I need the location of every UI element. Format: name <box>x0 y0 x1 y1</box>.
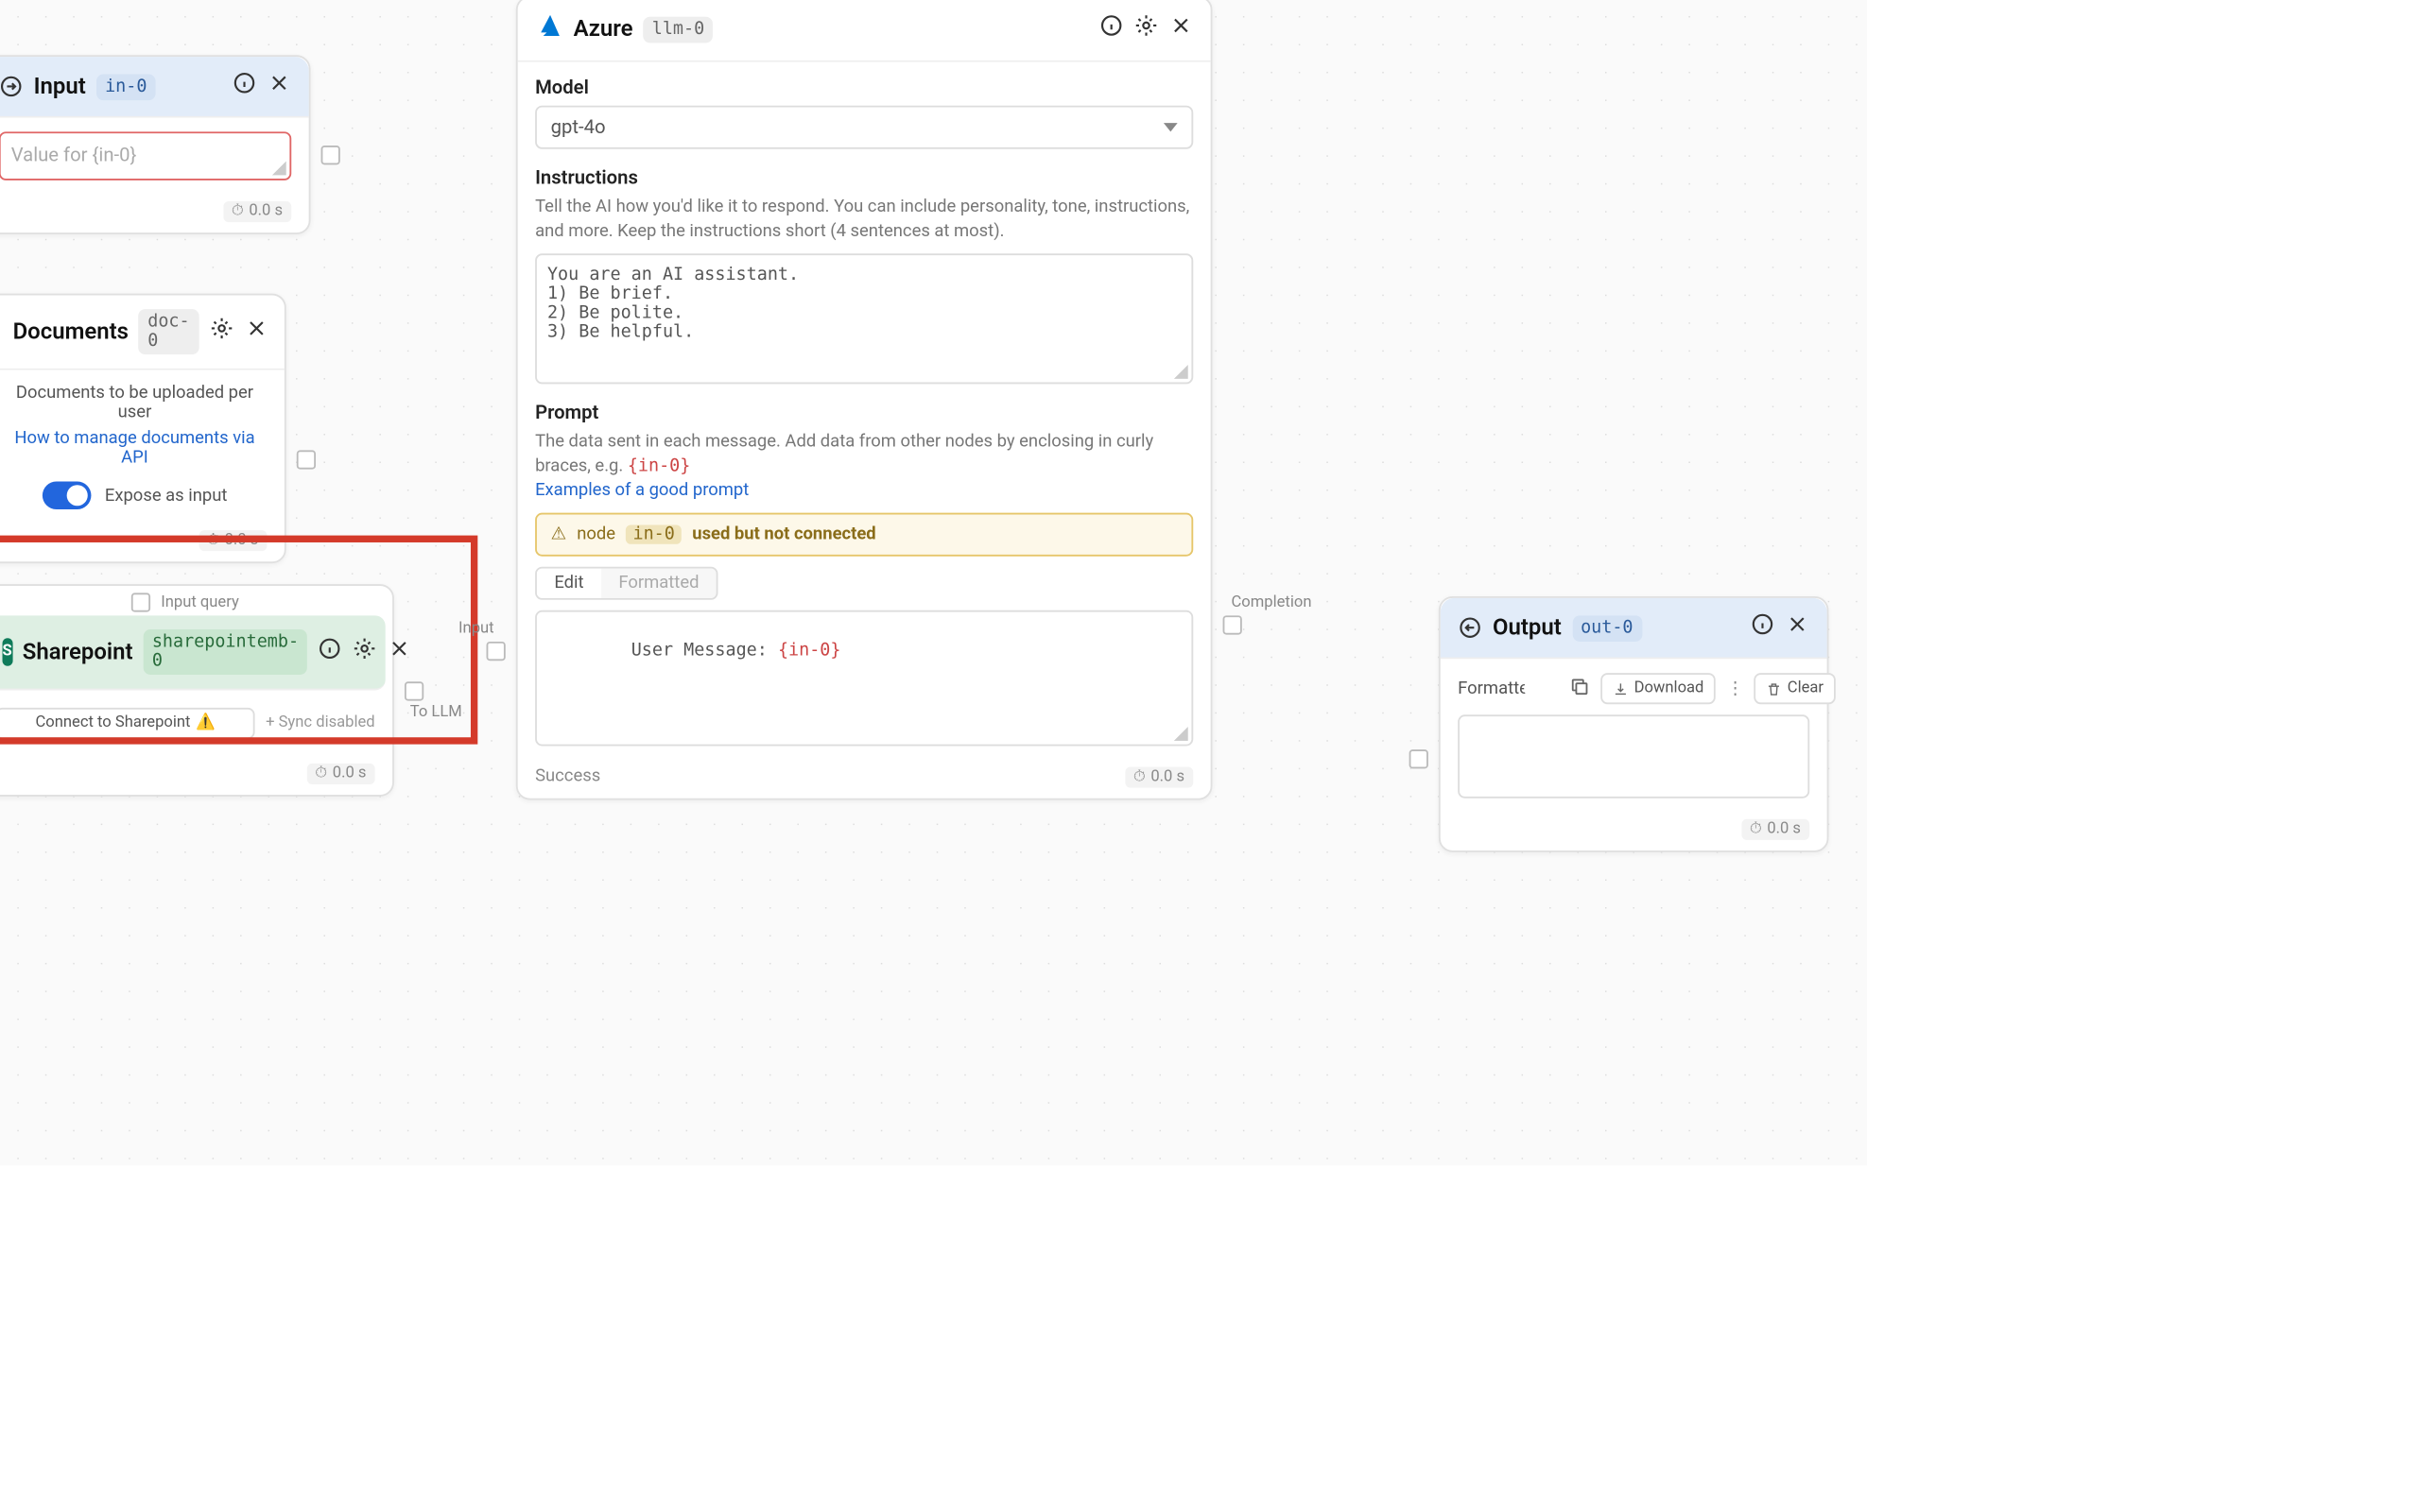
prompt-tabs: Edit Formatted <box>535 567 718 600</box>
node-sharepoint[interactable]: Input query S Sharepoint sharepointemb-0… <box>0 584 394 797</box>
timer: ⏱ 0.0 s <box>1125 767 1194 788</box>
close-icon[interactable] <box>1168 13 1193 44</box>
tab-formatted[interactable]: Formatted <box>601 569 717 598</box>
instructions-hint: Tell the AI how you'd like it to respond… <box>535 196 1193 245</box>
input-value-field[interactable]: Value for {in-0} <box>0 131 291 180</box>
node-azure-header[interactable]: Azure llm-0 <box>518 0 1211 62</box>
sharepoint-icon: S <box>3 638 12 665</box>
copy-icon[interactable] <box>1569 676 1590 702</box>
close-icon[interactable] <box>267 71 291 102</box>
documents-desc: Documents to be uploaded per user <box>3 384 268 422</box>
status-text: Success <box>535 767 600 788</box>
node-output-header[interactable]: Output out-0 <box>1441 598 1827 659</box>
close-icon[interactable] <box>244 317 268 348</box>
port-completion-label: Completion <box>1232 594 1312 611</box>
close-icon[interactable] <box>1785 612 1809 644</box>
node-sharepoint-header[interactable]: S Sharepoint sharepointemb-0 <box>0 615 386 690</box>
more-icon[interactable]: ⋮ <box>1726 679 1743 698</box>
tab-edit[interactable]: Edit <box>537 569 601 598</box>
timer: ⏱ 0.0 s <box>306 764 375 784</box>
node-input-title: Input <box>34 74 86 100</box>
prompt-label: Prompt <box>535 402 1193 424</box>
port-input-query[interactable] <box>131 593 150 611</box>
node-azure-tag: llm-0 <box>644 16 714 43</box>
node-input[interactable]: Input in-0 Value for {in-0} ⏱ 0.0 s <box>0 55 311 234</box>
node-output-title: Output <box>1493 614 1562 641</box>
node-documents-title: Documents <box>13 318 129 345</box>
info-icon[interactable] <box>233 71 257 102</box>
expose-label: Expose as input <box>105 486 228 505</box>
port-to-llm-label: To LLM <box>410 704 462 721</box>
output-content <box>1458 714 1809 798</box>
port-to-llm[interactable] <box>405 681 424 700</box>
warning-icon: ⚠️ <box>196 714 216 731</box>
info-icon[interactable] <box>1751 612 1775 644</box>
info-icon[interactable] <box>1099 13 1124 44</box>
port-input-label: Input <box>458 621 494 638</box>
gear-icon[interactable] <box>353 636 377 667</box>
node-output[interactable]: Output out-0 Formatted Download ⋮ Clear … <box>1439 596 1829 852</box>
warning-icon: ⚠ <box>551 525 567 544</box>
expose-toggle[interactable] <box>43 482 92 509</box>
port-completion[interactable] <box>1223 615 1242 634</box>
node-azure[interactable]: Azure llm-0 Model gpt-4o Instructions Te… <box>516 0 1213 800</box>
download-button[interactable]: Download <box>1601 673 1717 704</box>
azure-icon <box>535 11 562 46</box>
model-value: gpt-4o <box>551 116 606 139</box>
node-output-tag: out-0 <box>1572 614 1642 641</box>
node-documents[interactable]: Documents doc-0 Documents to be uploaded… <box>0 294 286 563</box>
warning-box: ⚠ node in-0 used but not connected <box>535 513 1193 557</box>
prompt-textarea[interactable]: User Message: {in-0} <box>535 610 1193 747</box>
port-input[interactable] <box>1409 749 1428 768</box>
timer: ⏱ 0.0 s <box>223 201 292 222</box>
port-input[interactable] <box>487 642 506 661</box>
info-icon[interactable] <box>318 636 342 667</box>
gear-icon[interactable] <box>1134 13 1159 44</box>
instructions-label: Instructions <box>535 166 1193 189</box>
timer: ⏱ 0.0 s <box>1741 819 1810 840</box>
node-documents-header[interactable]: Documents doc-0 <box>0 295 285 369</box>
port-output[interactable] <box>297 450 316 469</box>
node-sharepoint-tag: sharepointemb-0 <box>144 629 308 675</box>
model-select[interactable]: gpt-4o <box>535 106 1193 149</box>
node-input-tag: in-0 <box>96 74 156 100</box>
close-icon[interactable] <box>388 636 412 667</box>
prompt-hint: The data sent in each message. Add data … <box>535 431 1193 504</box>
timer: ⏱ 0.0 s <box>199 530 268 551</box>
node-azure-title: Azure <box>574 16 633 43</box>
node-input-header[interactable]: Input in-0 <box>0 57 309 117</box>
node-documents-tag: doc-0 <box>139 309 199 354</box>
documents-help-link[interactable]: How to manage documents via API <box>3 429 268 468</box>
prompt-examples-link[interactable]: Examples of a good prompt <box>535 482 749 501</box>
instructions-textarea[interactable]: You are an AI assistant. 1) Be brief. 2)… <box>535 253 1193 384</box>
clear-button[interactable]: Clear <box>1754 673 1836 704</box>
gear-icon[interactable] <box>209 317 233 348</box>
canvas[interactable]: Input in-0 Value for {in-0} ⏱ 0.0 s Docu… <box>0 0 1867 1165</box>
chevron-down-icon <box>1164 123 1178 131</box>
port-input-query-label: Input query <box>161 593 239 610</box>
port-output[interactable] <box>321 145 340 163</box>
sync-status: + Sync disabled <box>266 714 375 731</box>
node-sharepoint-title: Sharepoint <box>23 639 133 665</box>
connect-sharepoint-button[interactable]: Connect to Sharepoint ⚠️ <box>0 708 255 739</box>
model-label: Model <box>535 76 1193 98</box>
